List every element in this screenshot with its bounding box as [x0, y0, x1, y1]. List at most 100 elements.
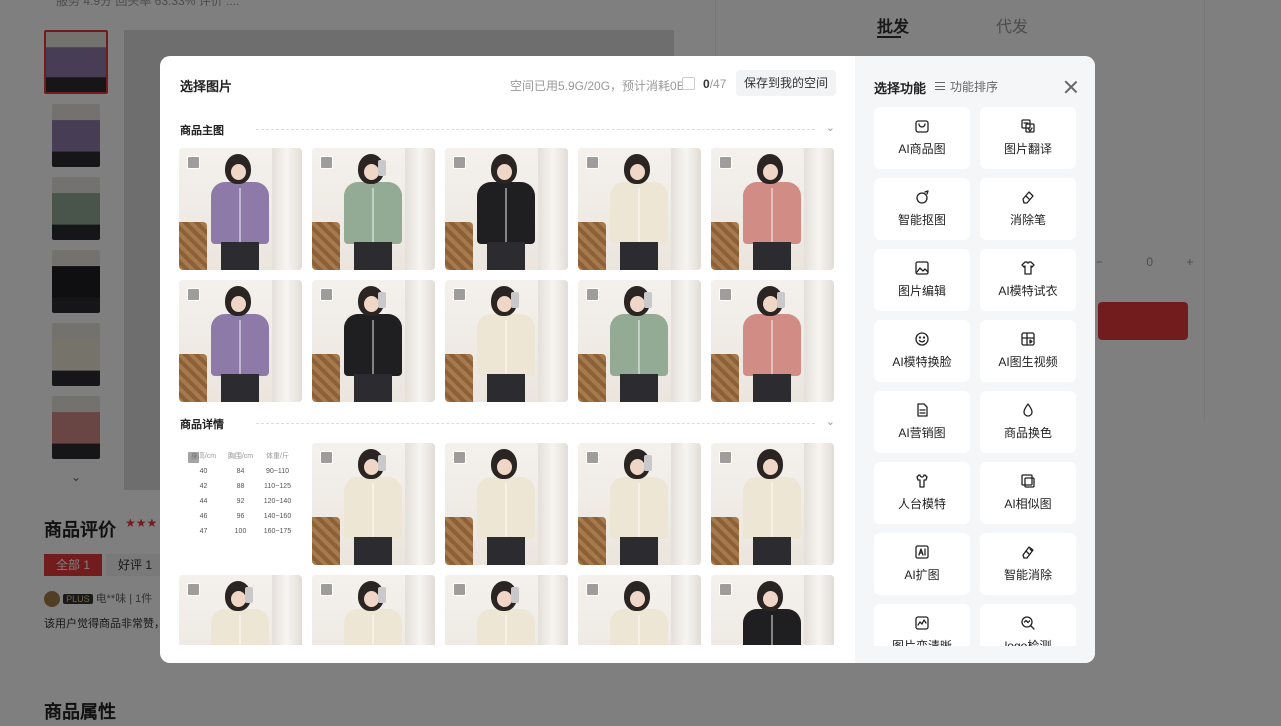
chevron-down-icon[interactable]: ⌄: [826, 415, 835, 428]
phone-icon: [245, 587, 253, 603]
function-eraser-button[interactable]: 消除笔: [980, 178, 1076, 240]
mannequin-icon: [916, 474, 928, 488]
function-color-drop-button[interactable]: 商品换色: [980, 391, 1076, 453]
jacket-zipper: [239, 615, 241, 645]
function-expand-image-button[interactable]: AI扩图: [874, 533, 970, 595]
section-header-detail-images[interactable]: 商品详情 ⌄: [180, 415, 835, 431]
image-tile[interactable]: [445, 280, 568, 402]
image-tile[interactable]: [312, 280, 435, 402]
image-checkbox[interactable]: [320, 156, 333, 169]
image-checkbox[interactable]: [719, 288, 732, 301]
image-checkbox[interactable]: [453, 156, 466, 169]
function-face-swap-button[interactable]: AI模特换脸: [874, 320, 970, 382]
image-tile[interactable]: [711, 443, 834, 565]
image-tile[interactable]: [578, 575, 701, 645]
model-face: [763, 296, 778, 312]
image-checkbox[interactable]: [187, 583, 200, 596]
size-chart-cell: 96: [236, 513, 245, 520]
image-checkbox[interactable]: [320, 288, 333, 301]
size-chart-row: 40 84 90~110: [185, 464, 296, 479]
image-checkbox[interactable]: [320, 583, 333, 596]
curtain: [671, 443, 701, 565]
image-checkbox[interactable]: [187, 451, 200, 464]
image-checkbox[interactable]: [719, 583, 732, 596]
curtain: [405, 148, 435, 270]
phone-icon: [777, 292, 785, 308]
image-edit-icon: [915, 261, 929, 275]
function-logo-detect-button[interactable]: logo检测: [980, 604, 1076, 646]
translate-icon: [1021, 119, 1035, 133]
image-scroll-area[interactable]: 商品主图 ⌄ 商品详情 ⌄ 身高/cm 胸围/cm 体重/斤 40 84 90~110 42…: [160, 116, 855, 645]
image-checkbox[interactable]: [586, 288, 599, 301]
wicker-basket: [711, 222, 739, 270]
image-tile[interactable]: [179, 148, 302, 270]
size-chart-cell: 140~160: [263, 513, 292, 520]
image-tile[interactable]: [578, 148, 701, 270]
function-label: logo检测: [1004, 639, 1052, 646]
size-chart-tile[interactable]: 身高/cm 胸围/cm 体重/斤 40 84 90~110 42 88 110~125 44 92 1…: [179, 443, 302, 565]
function-sharpen-button[interactable]: 图片变清晰: [874, 604, 970, 646]
model-face: [364, 459, 379, 475]
model-face: [231, 591, 246, 607]
image-tile[interactable]: [445, 443, 568, 565]
function-smart-erase-button[interactable]: 智能消除: [980, 533, 1076, 595]
image-tile[interactable]: [711, 575, 834, 645]
image-checkbox[interactable]: [586, 156, 599, 169]
function-mannequin-button[interactable]: 人台模特: [874, 462, 970, 524]
storage-usage-text: 空间已用5.9G/20G，预计消耗0B: [510, 79, 685, 93]
image-tile[interactable]: [578, 280, 701, 402]
size-chart-row: 47 100 160~175: [185, 524, 296, 539]
image-tile[interactable]: [445, 575, 568, 645]
chevron-down-icon[interactable]: ⌄: [826, 121, 835, 134]
pants: [354, 537, 392, 565]
face-swap-icon: [915, 332, 929, 346]
size-chart-cell: 46: [199, 513, 208, 520]
jacket-zipper: [505, 615, 507, 645]
image-checkbox[interactable]: [586, 583, 599, 596]
function-image-edit-button[interactable]: 图片编辑: [874, 249, 970, 311]
phone-icon: [378, 455, 386, 471]
pants: [487, 537, 525, 565]
image-tile[interactable]: [445, 148, 568, 270]
jacket-zipper: [771, 483, 773, 537]
section-title: 商品主图: [180, 125, 224, 137]
wicker-basket: [312, 354, 340, 402]
image-checkbox[interactable]: [320, 451, 333, 464]
image-checkbox[interactable]: [187, 288, 200, 301]
image-checkbox[interactable]: [187, 156, 200, 169]
image-tile[interactable]: [312, 148, 435, 270]
function-cutout-button[interactable]: 智能抠图: [874, 178, 970, 240]
function-similar-image-button[interactable]: AI相似图: [980, 462, 1076, 524]
size-chart-cell: 44: [199, 498, 208, 505]
image-tile[interactable]: [179, 575, 302, 645]
model-face: [364, 164, 379, 180]
function-translate-button[interactable]: 图片翻译: [980, 107, 1076, 169]
image-checkbox[interactable]: [586, 451, 599, 464]
section-title: 商品详情: [180, 419, 224, 431]
curtain: [272, 148, 302, 270]
function-marketing-doc-button[interactable]: AI营销图: [874, 391, 970, 453]
phone-icon: [644, 455, 652, 471]
image-checkbox[interactable]: [453, 451, 466, 464]
image-tile[interactable]: [312, 443, 435, 565]
image-tile[interactable]: [711, 148, 834, 270]
select-all-checkbox[interactable]: [682, 77, 695, 90]
image-checkbox[interactable]: [719, 156, 732, 169]
function-label: 消除笔: [1009, 213, 1046, 227]
image-checkbox[interactable]: [453, 288, 466, 301]
image-tile[interactable]: [711, 280, 834, 402]
function-shopping-bag-button[interactable]: AI商品图: [874, 107, 970, 169]
jacket-zipper: [505, 320, 507, 374]
image-tile[interactable]: [312, 575, 435, 645]
function-sort-button[interactable]: 功能排序: [935, 78, 998, 95]
save-to-my-space-button[interactable]: 保存到我的空间: [736, 70, 836, 96]
image-tile[interactable]: [179, 280, 302, 402]
image-checkbox[interactable]: [719, 451, 732, 464]
close-icon[interactable]: [1064, 80, 1078, 94]
function-image-to-video-button[interactable]: AI图生视频: [980, 320, 1076, 382]
function-tshirt-button[interactable]: AI模特试衣: [980, 249, 1076, 311]
section-header-main-images[interactable]: 商品主图 ⌄: [180, 121, 835, 137]
image-checkbox[interactable]: [453, 583, 466, 596]
color-drop-icon: [1023, 403, 1033, 417]
image-tile[interactable]: [578, 443, 701, 565]
